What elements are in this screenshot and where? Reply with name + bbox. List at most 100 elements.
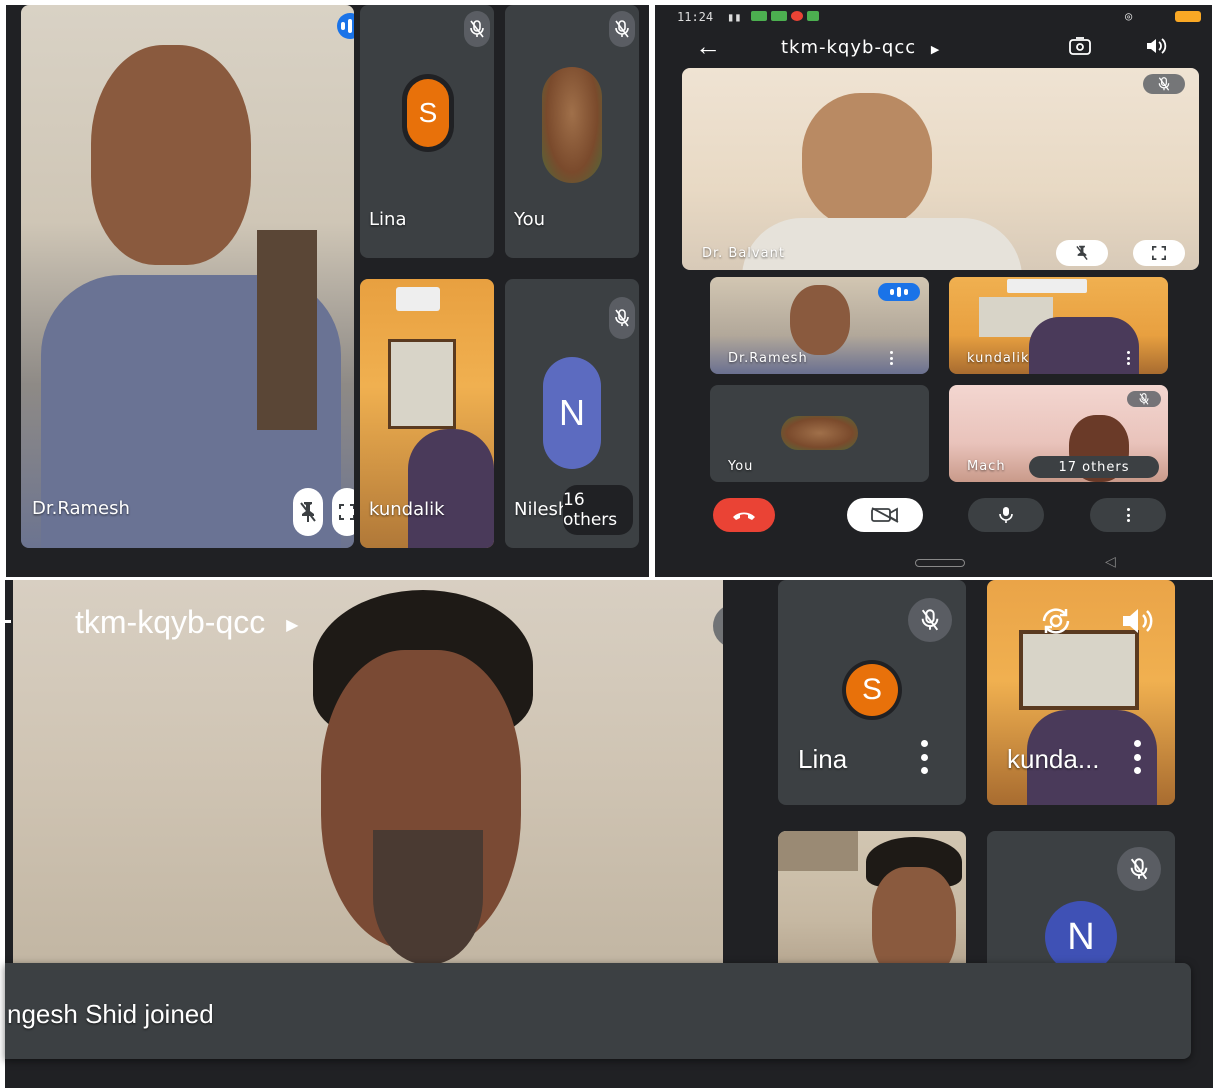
participant-name: Lina bbox=[369, 209, 407, 230]
end-call-button[interactable] bbox=[713, 498, 775, 532]
participant-name: kundalik bbox=[369, 499, 445, 520]
participant-name: Nilesh bbox=[514, 499, 570, 520]
panel-b-phone-meet: 11:24 ▮▮ ◎ ← tkm-kqyb-qcc ▶ Dr. Balvant bbox=[655, 5, 1212, 577]
participant-tile[interactable]: Dr.Ramesh bbox=[710, 277, 929, 374]
mic-off-icon bbox=[609, 297, 635, 339]
camera-toggle-button[interactable] bbox=[847, 498, 923, 532]
wall-poster bbox=[388, 339, 456, 429]
mic-off-icon bbox=[908, 598, 952, 642]
avatar-letter: N bbox=[559, 392, 585, 433]
status-time: 11:24 bbox=[677, 10, 714, 24]
participant-name: kunda... bbox=[1007, 744, 1100, 774]
participant-tile[interactable]: Mach 17 others bbox=[949, 385, 1168, 482]
participant-tile[interactable]: N bbox=[987, 831, 1175, 981]
participant-tile[interactable]: kundalik bbox=[949, 277, 1168, 374]
participant-tile[interactable] bbox=[778, 831, 966, 981]
pin-icon[interactable] bbox=[1056, 240, 1108, 266]
battery-icon bbox=[1175, 11, 1201, 22]
avatar: N bbox=[543, 357, 601, 469]
door-frame bbox=[257, 230, 317, 430]
more-options-icon[interactable] bbox=[920, 740, 928, 774]
back-arrow-icon[interactable]: ← bbox=[695, 33, 721, 59]
mic-off-icon bbox=[1143, 74, 1185, 94]
participant-name: kundalik bbox=[967, 351, 1030, 366]
join-notification-toast: ngesh Shid joined bbox=[5, 963, 1191, 1059]
more-options-icon bbox=[1125, 508, 1131, 522]
join-notification-text: ngesh Shid joined bbox=[7, 999, 214, 1029]
android-back-button[interactable]: ◁ bbox=[1105, 553, 1116, 570]
caret-right-icon: ▶ bbox=[930, 43, 941, 56]
more-options-icon[interactable] bbox=[1133, 740, 1141, 774]
person-shirt bbox=[408, 429, 494, 548]
mic-off-icon bbox=[1127, 391, 1161, 407]
avatar-letter: N bbox=[1067, 915, 1095, 958]
speaker-icon[interactable] bbox=[1121, 606, 1155, 641]
panel-a-meet-grid: Dr.Ramesh S Lina You kundalik N Nilesh 1… bbox=[6, 5, 649, 577]
participant-name: Mach bbox=[967, 459, 1006, 474]
camera-off-icon bbox=[871, 507, 899, 523]
more-options-button[interactable] bbox=[1090, 498, 1166, 532]
participant-tile-self[interactable]: You bbox=[505, 5, 639, 258]
status-bar: 11:24 ▮▮ ◎ bbox=[655, 5, 1212, 27]
left-edge-marker bbox=[5, 620, 11, 623]
mic-off-icon bbox=[464, 11, 490, 47]
more-options-icon[interactable] bbox=[888, 351, 894, 365]
meeting-code: tkm-kqyb-qcc bbox=[75, 604, 266, 640]
others-count-badge[interactable]: 16 others bbox=[563, 485, 633, 535]
ac-unit bbox=[1007, 279, 1087, 293]
person-silhouette bbox=[91, 45, 251, 265]
meeting-code: tkm-kqyb-qcc bbox=[781, 37, 917, 58]
participant-name: Lina bbox=[798, 744, 848, 774]
mic-icon bbox=[999, 507, 1013, 523]
participant-tile[interactable]: S Lina bbox=[778, 580, 966, 805]
ac-unit bbox=[396, 287, 440, 311]
others-count-label: 16 others bbox=[563, 490, 618, 530]
speaker-icon[interactable] bbox=[1145, 37, 1167, 60]
participant-name: Dr.Ramesh bbox=[728, 351, 808, 366]
participant-tile-self[interactable]: You bbox=[710, 385, 929, 482]
avatar-photo bbox=[781, 416, 858, 450]
participant-name: You bbox=[514, 209, 546, 230]
participant-tile[interactable]: kunda... bbox=[987, 580, 1175, 805]
wall-poster bbox=[778, 831, 858, 871]
pin-icon[interactable] bbox=[293, 488, 323, 536]
signal-icon: ▮▮ bbox=[727, 10, 742, 24]
avatar-letter: S bbox=[861, 673, 882, 706]
person-face bbox=[790, 285, 850, 355]
app-notification-icons bbox=[751, 11, 819, 21]
end-call-icon bbox=[733, 512, 755, 520]
participant-tile[interactable]: S Lina bbox=[360, 5, 494, 258]
meeting-code-title[interactable]: tkm-kqyb-qcc ▶ bbox=[781, 37, 940, 58]
android-home-pill[interactable] bbox=[915, 559, 965, 567]
others-count-label: 17 others bbox=[1058, 459, 1130, 475]
caret-right-icon: ▶ bbox=[286, 616, 299, 634]
person-beard bbox=[373, 830, 483, 965]
meeting-code-title[interactable]: tkm-kqyb-qcc ▶ bbox=[75, 604, 298, 641]
participant-tile[interactable]: kundalik bbox=[360, 279, 494, 548]
fullscreen-icon[interactable] bbox=[332, 488, 354, 536]
wall-poster bbox=[1019, 630, 1139, 710]
participant-tile[interactable]: N Nilesh 16 others bbox=[505, 279, 639, 548]
main-video-tile[interactable]: tkm-kqyb-qcc ▶ bbox=[13, 580, 723, 965]
mic-toggle-button[interactable] bbox=[968, 498, 1044, 532]
wifi-icon: ◎ bbox=[1125, 9, 1133, 23]
avatar-photo bbox=[542, 67, 602, 183]
participant-name: You bbox=[728, 459, 754, 474]
main-video-tile[interactable]: Dr.Ramesh bbox=[21, 5, 354, 548]
fullscreen-icon[interactable] bbox=[1133, 240, 1185, 266]
avatar: S bbox=[846, 664, 898, 716]
speaking-indicator-icon bbox=[878, 283, 920, 301]
avatar: S bbox=[407, 79, 449, 147]
person-face bbox=[802, 93, 932, 228]
main-video-tile[interactable]: Dr. Balvant bbox=[682, 68, 1199, 270]
others-count-badge[interactable]: 17 others bbox=[1029, 456, 1159, 478]
more-options-icon[interactable] bbox=[1125, 351, 1131, 365]
mic-off-icon bbox=[1117, 847, 1161, 891]
person-shirt bbox=[742, 218, 1022, 270]
main-tile-name: Dr.Ramesh bbox=[32, 498, 130, 519]
panel-c-meet-tablet: tkm-kqyb-qcc ▶ S Lina kunda... N ngesh S… bbox=[5, 580, 1213, 1088]
switch-camera-icon[interactable] bbox=[1069, 37, 1091, 60]
person-shirt bbox=[1029, 317, 1139, 374]
switch-camera-icon[interactable] bbox=[1039, 604, 1073, 643]
mic-off-icon bbox=[609, 11, 635, 47]
